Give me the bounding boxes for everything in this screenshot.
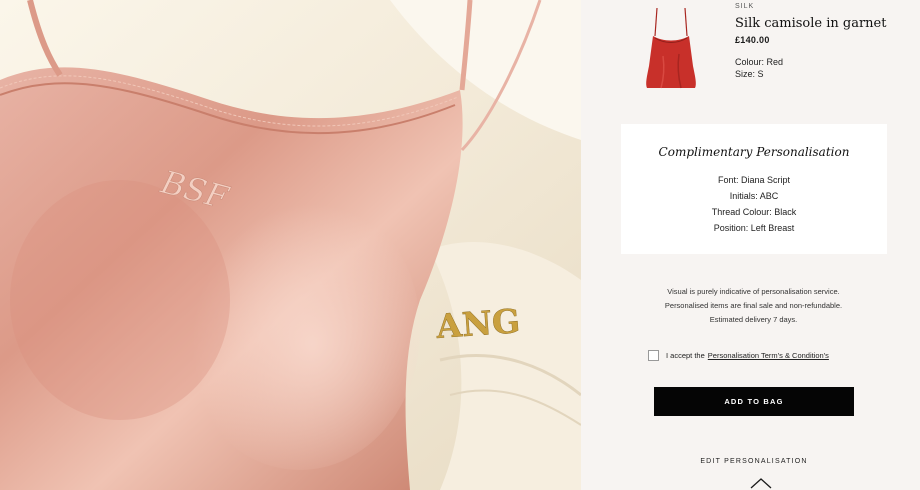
product-summary: SILK Silk camisole in garnet £140.00 Col…: [621, 0, 911, 100]
personalisation-summary-card: Complimentary Personalisation Font: Dian…: [621, 124, 887, 254]
product-category: SILK: [735, 3, 755, 10]
personalisation-position: Position: Left Breast: [713, 223, 795, 233]
personalisation-title: Complimentary Personalisation: [658, 145, 850, 159]
personalisation-panel: SILK Silk camisole in garnet £140.00 Col…: [581, 0, 920, 490]
silk-garments-illustration: BSF ANG: [0, 0, 581, 490]
terms-row: I accept the Personalisation Term's & Co…: [648, 348, 908, 362]
add-to-bag-button[interactable]: ADD TO BAG: [654, 387, 854, 416]
terms-link[interactable]: Personalisation Term's & Condition's: [708, 351, 829, 360]
chevron-up-icon[interactable]: [749, 476, 773, 490]
edit-personalisation-link[interactable]: EDIT PERSONALISATION: [641, 458, 867, 465]
terms-label: I accept the: [666, 350, 705, 360]
hero-image: BSF ANG: [0, 0, 581, 490]
terms-checkbox[interactable]: [648, 349, 659, 361]
product-name: Silk camisole in garnet: [735, 16, 887, 31]
monogram-gold: ANG: [434, 301, 521, 346]
product-colour: Colour: Red: [735, 57, 784, 67]
disclaimer-text: Visual is purely indicative of personali…: [664, 287, 843, 324]
personalisation-thread-colour: Thread Colour: Black: [711, 207, 797, 217]
product-price: £140.00: [735, 35, 770, 45]
personalisation-font: Font: Diana Script: [717, 175, 791, 185]
personalisation-initials: Initials: ABC: [729, 191, 779, 201]
camisole-thumbnail: [646, 7, 696, 89]
product-size: Size: S: [735, 69, 764, 79]
